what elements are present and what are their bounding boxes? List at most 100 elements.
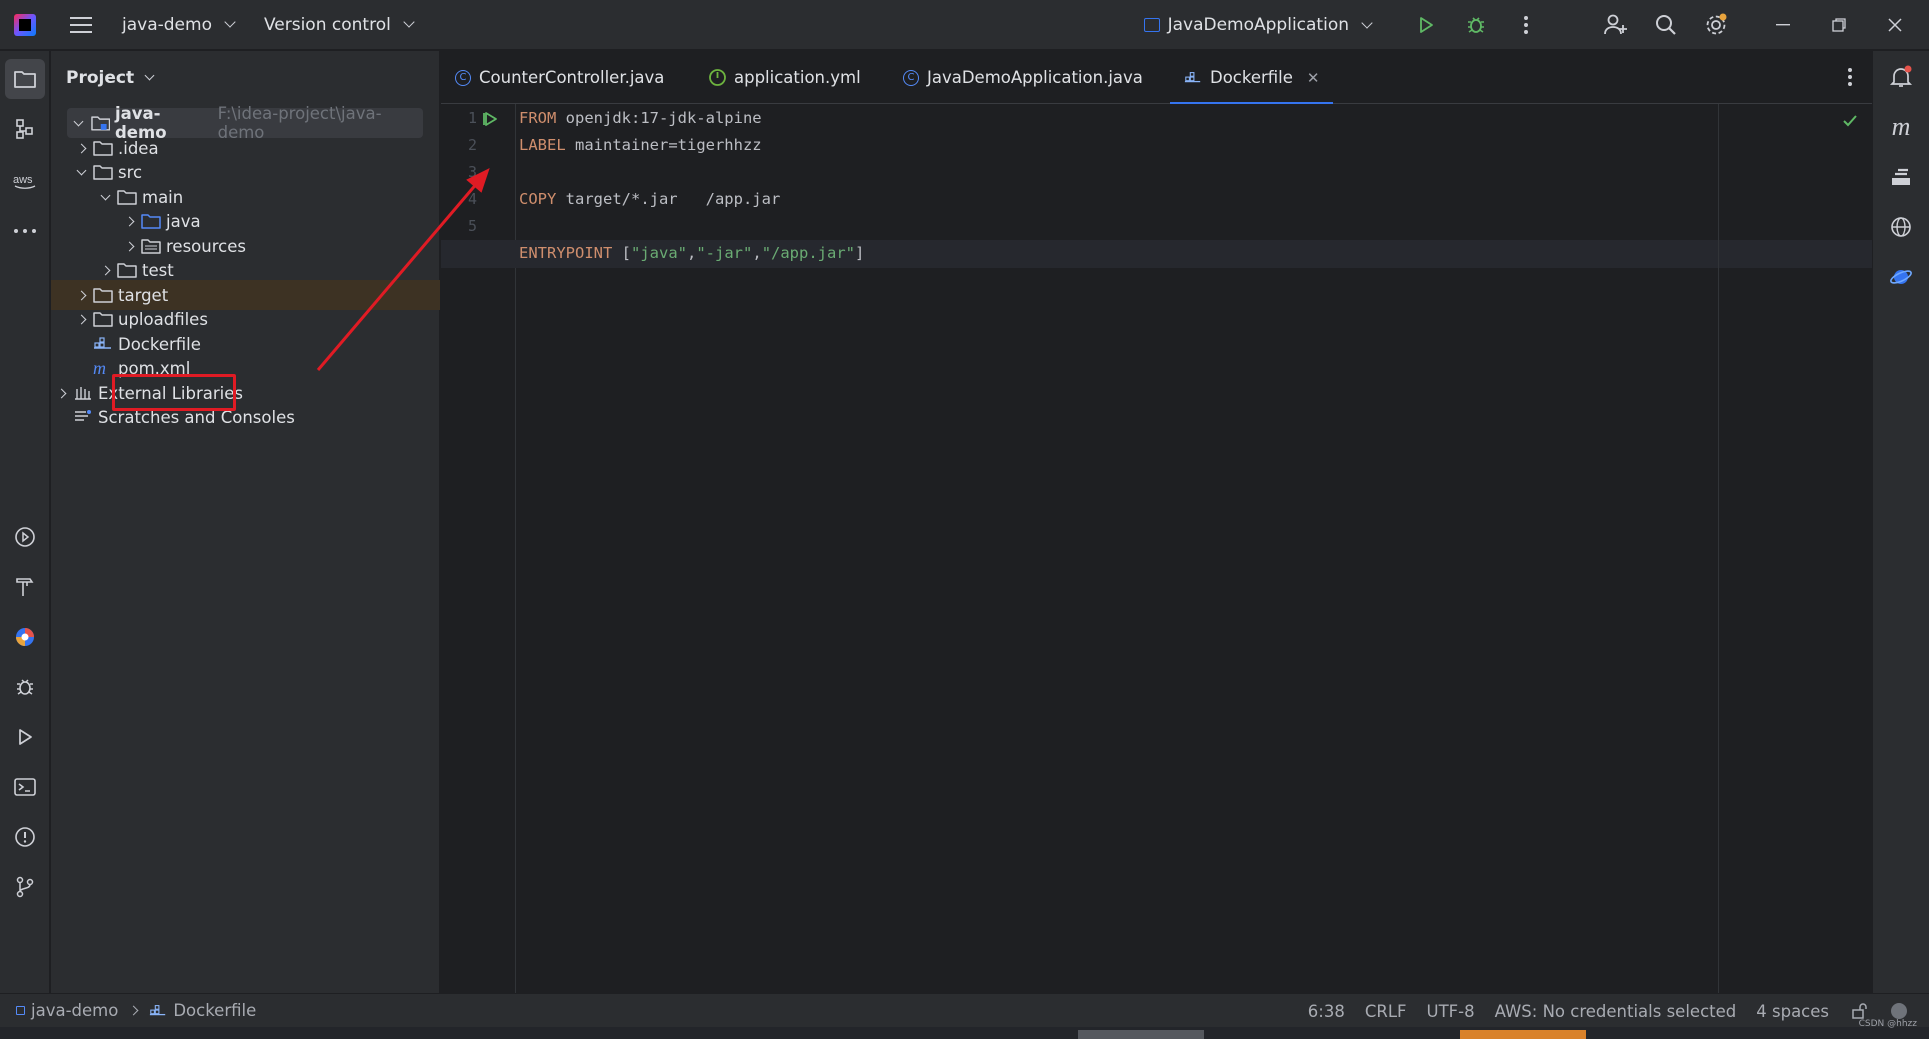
tree-item-scratches[interactable]: Scratches and Consoles <box>51 402 440 432</box>
tree-item-label: .idea <box>118 138 159 158</box>
plugin-tool-button[interactable] <box>5 617 45 657</box>
line-number: 2 <box>467 136 477 154</box>
indent-setting[interactable]: 4 spaces <box>1746 1002 1839 1021</box>
collapse-arrow-icon <box>95 187 115 207</box>
file-encoding[interactable]: UTF-8 <box>1417 1002 1485 1021</box>
chevron-down-icon <box>403 16 415 28</box>
project-panel-title: Project <box>66 68 135 88</box>
folder-icon <box>93 312 113 327</box>
status-bar: java-demo Dockerfile 6:38 CRLF UTF-8 AWS… <box>0 993 1929 1027</box>
line-separator[interactable]: CRLF <box>1355 1002 1417 1021</box>
expand-arrow-icon <box>71 138 91 158</box>
tree-item-label: resources <box>166 236 246 256</box>
terminal-tool-button[interactable] <box>5 767 45 807</box>
restore-icon <box>1832 18 1846 32</box>
run-config-icon <box>1143 18 1160 32</box>
web-tool-button[interactable] <box>1881 207 1921 247</box>
terminal-icon <box>14 778 36 796</box>
version-control-menu[interactable]: Version control <box>263 14 415 35</box>
breadcrumb-file[interactable]: Dockerfile <box>149 1001 256 1020</box>
tab-label: JavaDemoApplication.java <box>927 68 1143 87</box>
docker-file-icon <box>150 1004 166 1015</box>
tree-item-label: External Libraries <box>98 383 243 403</box>
git-branch-icon <box>16 876 34 898</box>
ai-assistant-button[interactable] <box>1881 257 1921 297</box>
more-actions-button[interactable] <box>1501 0 1551 50</box>
services-icon <box>15 527 35 547</box>
class-icon: C <box>903 69 919 86</box>
breadcrumb-project[interactable]: java-demo <box>16 1001 118 1020</box>
unlock-icon[interactable] <box>1851 1002 1869 1020</box>
resources-folder-icon <box>141 239 161 254</box>
tree-item-label: uploadfiles <box>118 309 208 329</box>
expand-arrow-icon <box>119 236 139 256</box>
minimize-icon <box>1776 24 1790 26</box>
tab-application-yml[interactable]: application.yml <box>709 51 861 104</box>
run-tool-button[interactable] <box>5 717 45 757</box>
project-tool-button[interactable] <box>5 59 45 99</box>
expand-arrow-icon <box>71 285 91 305</box>
main-menu-button[interactable] <box>70 16 92 33</box>
project-name: java-demo <box>122 14 212 35</box>
problems-tool-button[interactable] <box>5 817 45 857</box>
debug-button[interactable] <box>1451 0 1501 50</box>
planet-icon <box>1890 270 1912 284</box>
settings-button[interactable] <box>1691 0 1741 50</box>
right-margin-guide <box>1718 104 1719 993</box>
tree-item-label: test <box>142 260 174 280</box>
tab-countercontroller[interactable]: C CounterController.java <box>455 51 664 104</box>
build-tool-button[interactable] <box>5 567 45 607</box>
tab-javademoapplication[interactable]: C JavaDemoApplication.java <box>903 51 1143 104</box>
editor-gutter: 1 2 3 4 5 6 <box>441 104 516 993</box>
code-with-me-button[interactable] <box>1591 0 1641 50</box>
line-number: 4 <box>467 190 477 208</box>
caret-position[interactable]: 6:38 <box>1298 1002 1355 1021</box>
taskbar-segment <box>1078 1030 1204 1039</box>
editor-tabs: C CounterController.java application.yml… <box>441 51 1872 105</box>
vcs-label: Version control <box>263 14 391 35</box>
notifications-button[interactable] <box>1881 57 1921 97</box>
project-view-selector[interactable]: Project <box>51 51 439 105</box>
scratches-icon <box>75 410 91 421</box>
close-tab-icon[interactable]: ✕ <box>1307 69 1320 87</box>
aws-toolkit-button[interactable]: aws <box>5 161 45 201</box>
run-icon <box>19 729 32 745</box>
module-folder-icon <box>90 116 110 131</box>
svg-text:aws: aws <box>13 174 33 186</box>
project-switcher[interactable]: java-demo <box>122 14 236 35</box>
tab-more-icon[interactable] <box>1848 67 1852 87</box>
restore-button[interactable] <box>1811 0 1867 50</box>
run-config-label: JavaDemoApplication <box>1167 15 1349 35</box>
tree-item-label: main <box>142 187 184 207</box>
run-configuration-selector[interactable]: JavaDemoApplication <box>1143 15 1373 35</box>
database-tool-button[interactable] <box>1881 157 1921 197</box>
code-line-4: COPY target/*.jar /app.jar <box>519 190 781 208</box>
services-tool-button[interactable] <box>5 517 45 557</box>
maven-tool-button[interactable]: m <box>1881 107 1921 147</box>
git-tool-button[interactable] <box>5 867 45 907</box>
tree-item-label: target <box>118 285 169 305</box>
collapse-arrow-icon <box>71 162 91 182</box>
more-horizontal-icon <box>14 229 36 233</box>
search-everywhere-button[interactable] <box>1641 0 1691 50</box>
maven-icon: m <box>93 357 106 378</box>
run-gutter-icon[interactable] <box>483 111 499 127</box>
code-editor[interactable]: FROM openjdk:17-jdk-alpine LABEL maintai… <box>441 104 1872 993</box>
aws-connection[interactable]: AWS: No credentials selected <box>1485 1002 1747 1021</box>
more-tools-button[interactable] <box>5 211 45 251</box>
debug-tool-button[interactable] <box>5 667 45 707</box>
tab-label: CounterController.java <box>479 68 665 87</box>
memory-indicator-icon[interactable] <box>1891 1003 1907 1019</box>
gear-icon <box>1706 13 1727 35</box>
folder-icon <box>93 288 113 303</box>
run-button[interactable] <box>1401 0 1451 50</box>
no-problems-check-icon[interactable] <box>1842 114 1858 128</box>
chevron-down-icon <box>1361 16 1373 29</box>
tab-dockerfile[interactable]: Dockerfile ✕ <box>1169 51 1335 105</box>
taskbar-strip <box>0 1027 1929 1039</box>
minimize-button[interactable] <box>1755 0 1811 50</box>
close-window-button[interactable] <box>1867 0 1923 50</box>
chevron-down-icon <box>144 70 155 81</box>
structure-tool-button[interactable] <box>5 109 45 149</box>
plugin-colorful-icon <box>16 628 34 646</box>
